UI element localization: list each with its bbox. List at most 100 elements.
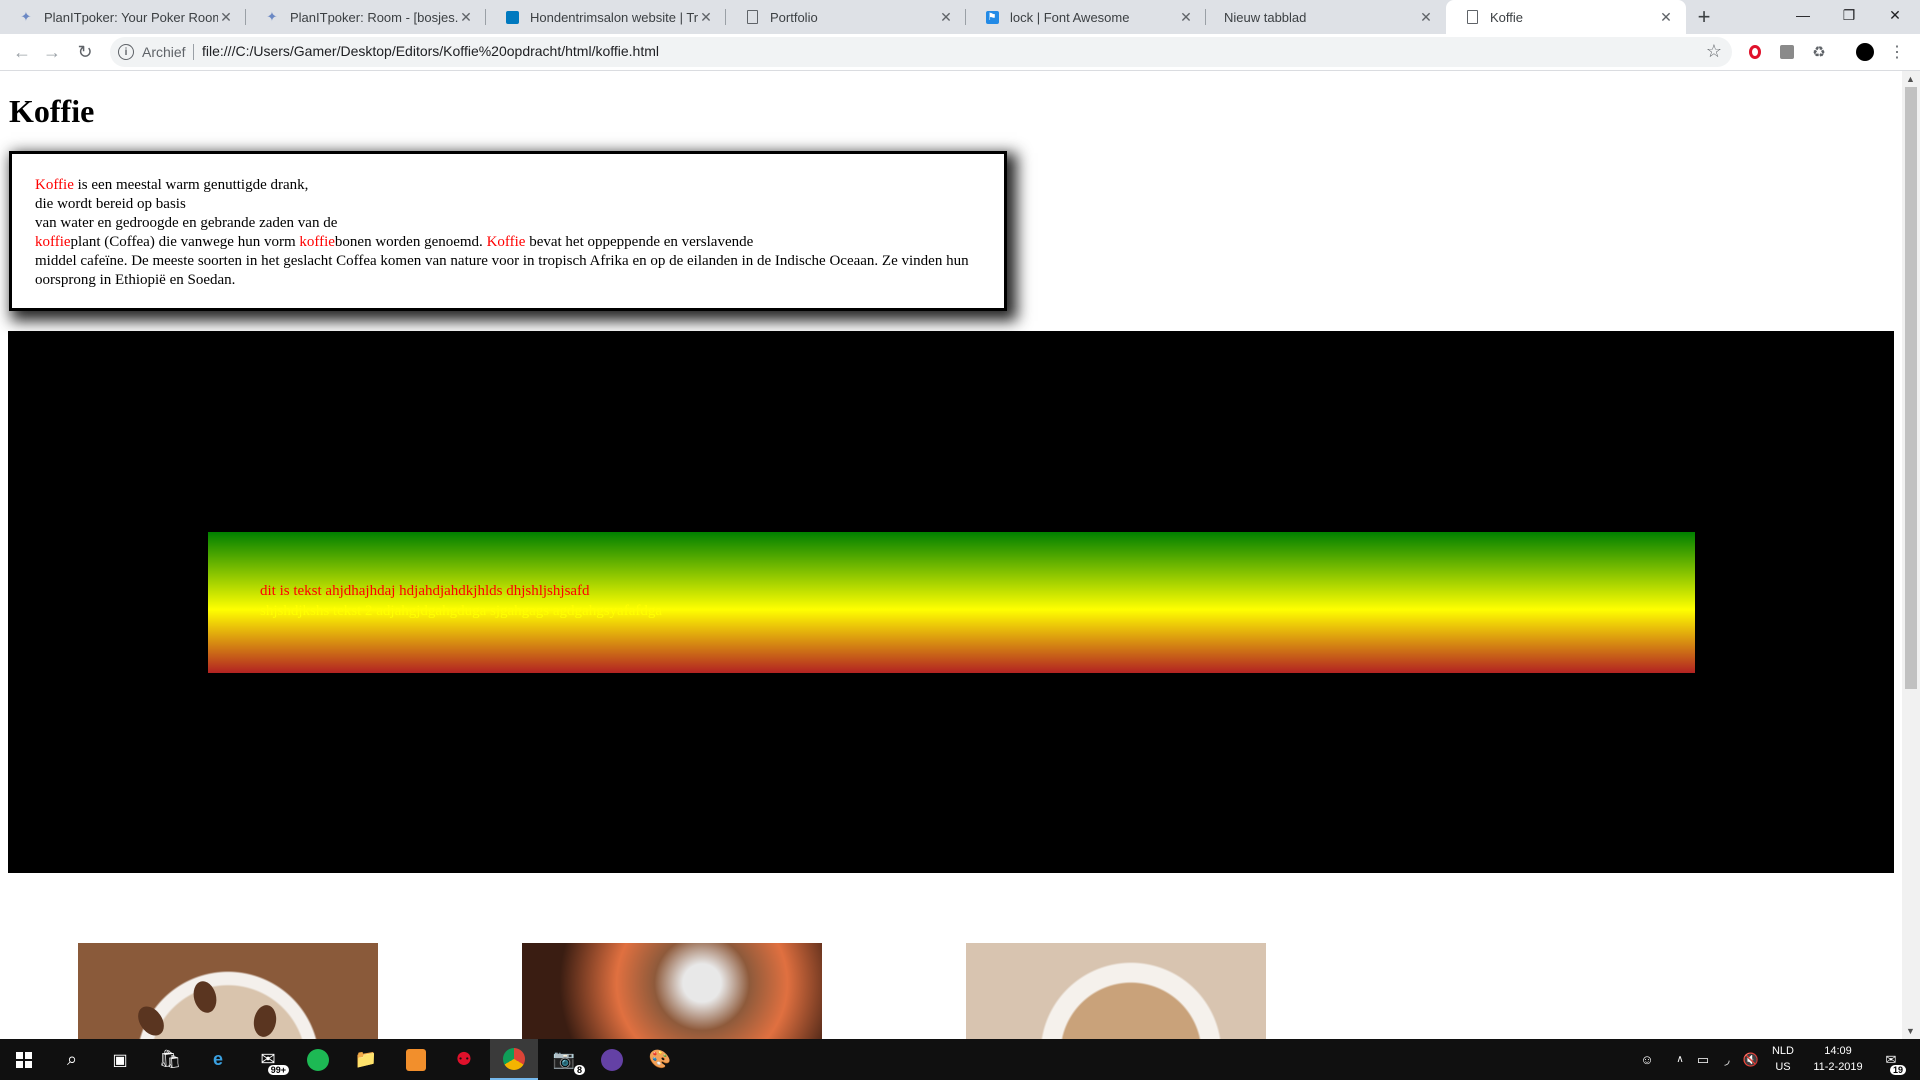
close-tab-icon[interactable]: ✕ <box>218 9 234 25</box>
chrome-icon[interactable] <box>490 1039 538 1080</box>
scrollbar-thumb[interactable] <box>1905 87 1917 689</box>
tab-title: Hondentrimsalon website | Trello <box>530 9 698 25</box>
bookmark-star-icon[interactable]: ☆ <box>1706 41 1722 62</box>
paint-icon[interactable]: 🎨 <box>636 1039 684 1080</box>
scroll-up-icon[interactable]: ▲ <box>1906 74 1915 84</box>
language-indicator[interactable]: NLD US <box>1766 1043 1800 1075</box>
file-explorer-icon[interactable]: 📁 <box>342 1039 390 1080</box>
intro-text: middel cafeïne. De meeste soorten in het… <box>35 253 969 288</box>
tab-title: Nieuw tabblad <box>1224 9 1307 25</box>
new-tab-button[interactable]: + <box>1692 4 1716 29</box>
tab-title: lock | Font Awesome <box>1010 9 1130 25</box>
spotify-icon[interactable] <box>294 1039 342 1080</box>
browser-toolbar: ← → ↻ i Archief file:///C:/Users/Gamer/D… <box>0 34 1920 71</box>
system-clock[interactable]: 14:09 11-2-2019 <box>1808 1043 1868 1075</box>
security-label: Archief <box>142 44 186 60</box>
task-view-icon[interactable]: ▣ <box>96 1039 144 1080</box>
coffee-bean-decoration <box>190 978 220 1016</box>
gradient-text-line-2: shjshdjkshs tekst 2 adjahgjdgahgduga sjg… <box>260 603 663 619</box>
highlight-word: koffie <box>35 234 71 250</box>
intro-text: is een meestal warm genuttigde drank, <box>73 177 309 193</box>
planitpoker-icon: ✦ <box>266 9 278 24</box>
highlight-word: koffie <box>299 234 335 250</box>
trello-icon <box>504 9 520 25</box>
planitpoker-icon: ✦ <box>20 9 32 24</box>
minimize-icon[interactable]: — <box>1780 0 1826 30</box>
region-code: US <box>1775 1061 1791 1073</box>
restore-icon[interactable]: ❐ <box>1826 0 1872 30</box>
forward-icon[interactable]: → <box>40 40 64 64</box>
tab-strip: ✦ PlanITpoker: Your Poker Rooms ✕ ✦ Plan… <box>0 0 1920 34</box>
reload-icon[interactable]: ↻ <box>73 40 97 64</box>
clock-time: 14:09 <box>1824 1045 1852 1057</box>
highlight-word: Koffie <box>486 234 526 250</box>
tab-new-tab[interactable]: Nieuw tabblad ✕ <box>1206 0 1446 34</box>
page-viewport: Koffie Koffie is een meestal warm genutt… <box>0 71 1902 1039</box>
mail-badge: 99+ <box>267 1065 289 1075</box>
tab-koffie[interactable]: Koffie ✕ <box>1446 0 1686 34</box>
close-tab-icon[interactable]: ✕ <box>1658 9 1674 25</box>
action-center-icon[interactable]: ✉ 19 <box>1876 1039 1906 1080</box>
gradient-text-line-1: dit is tekst ahjdhajhdaj hdjahdjahdkjhld… <box>260 583 590 599</box>
twitch-icon[interactable] <box>588 1039 636 1080</box>
mail-icon[interactable]: ✉ 99+ <box>244 1039 292 1080</box>
url-text[interactable]: file:///C:/Users/Gamer/Desktop/Editors/K… <box>202 43 659 59</box>
page-scrollbar[interactable]: ▲ ▼ <box>1902 71 1920 1039</box>
close-tab-icon[interactable]: ✕ <box>1418 9 1434 25</box>
windows-logo-icon <box>16 1051 32 1068</box>
tab-trello[interactable]: Hondentrimsalon website | Trello ✕ <box>486 0 726 34</box>
coffee-bean-decoration <box>251 1003 279 1039</box>
game-launcher-icon[interactable]: ⚉ <box>440 1039 488 1080</box>
close-tab-icon[interactable]: ✕ <box>458 9 474 25</box>
intro-text: van water en gedroogde en gebrande zaden… <box>35 215 338 231</box>
camera-badge: 8 <box>573 1065 585 1075</box>
sublime-text-icon[interactable] <box>392 1039 440 1080</box>
info-icon[interactable]: i <box>118 44 134 60</box>
volume-icon[interactable]: 🔇 <box>1740 1039 1762 1080</box>
tab-planitpoker-room[interactable]: ✦ PlanITpoker: Room - [bosjes.nl] ✕ <box>246 0 486 34</box>
black-banner: dit is tekst ahjdhajhdaj hdjahdjahdkjhld… <box>8 331 1894 873</box>
back-icon[interactable]: ← <box>10 40 34 64</box>
wifi-icon[interactable]: ◞ <box>1716 1039 1738 1080</box>
close-tab-icon[interactable]: ✕ <box>938 9 954 25</box>
close-tab-icon[interactable]: ✕ <box>1178 9 1194 25</box>
opera-icon[interactable] <box>1746 43 1764 61</box>
tab-title: Koffie <box>1490 9 1524 25</box>
extension-icon[interactable] <box>1778 43 1796 61</box>
page-icon <box>1464 9 1480 25</box>
menu-icon[interactable]: ⋮ <box>1888 43 1906 61</box>
show-hidden-icons[interactable]: ∧ <box>1670 1039 1690 1080</box>
intro-text: plant (Coffea) die vanwege hun vorm <box>70 234 300 250</box>
intro-text: bonen worden genoemd. <box>334 234 487 250</box>
intro-box: Koffie is een meestal warm genuttigde dr… <box>9 151 1007 311</box>
start-button[interactable] <box>0 1039 48 1080</box>
coffee-photo-cappuccino <box>78 943 378 1039</box>
tab-font-awesome[interactable]: ⚑ lock | Font Awesome ✕ <box>966 0 1206 34</box>
windows-taskbar: ⌕ ▣ 🛍 e ✉ 99+ 📁 ⚉ 📷 8 🎨 ☺ ∧ ▭ ◞ 🔇 NLD US 1… <box>0 1039 1920 1080</box>
tab-portfolio[interactable]: Portfolio ✕ <box>726 0 966 34</box>
tab-title: Portfolio <box>770 9 818 25</box>
coffee-photo-beans-scoop <box>522 943 822 1039</box>
camera-app-icon[interactable]: 📷 8 <box>540 1039 588 1080</box>
scroll-down-icon[interactable]: ▼ <box>1906 1026 1915 1036</box>
coffee-photo-latte-art <box>966 943 1266 1039</box>
close-tab-icon[interactable]: ✕ <box>698 9 714 25</box>
search-icon[interactable]: ⌕ <box>48 1039 96 1080</box>
address-bar[interactable]: i Archief file:///C:/Users/Gamer/Desktop… <box>110 37 1732 67</box>
battery-icon[interactable]: ▭ <box>1692 1039 1714 1080</box>
edge-icon[interactable]: e <box>194 1039 242 1080</box>
sync-icon[interactable]: ♻ <box>1810 43 1828 61</box>
intro-text: die wordt bereid op basis <box>35 196 186 212</box>
close-window-icon[interactable]: ✕ <box>1872 0 1918 30</box>
page-icon <box>744 9 760 25</box>
clock-date: 11-2-2019 <box>1813 1061 1863 1073</box>
address-divider <box>193 44 194 60</box>
notification-badge: 19 <box>1889 1065 1906 1075</box>
font-awesome-icon: ⚑ <box>984 9 1000 25</box>
tab-planitpoker-rooms[interactable]: ✦ PlanITpoker: Your Poker Rooms ✕ <box>0 0 246 34</box>
people-icon[interactable]: ☺ <box>1634 1039 1660 1080</box>
tab-title: PlanITpoker: Room - [bosjes.nl] <box>290 9 458 25</box>
store-icon[interactable]: 🛍 <box>146 1039 194 1080</box>
coffee-bean-decoration <box>132 1001 170 1039</box>
profile-avatar[interactable] <box>1856 43 1874 61</box>
